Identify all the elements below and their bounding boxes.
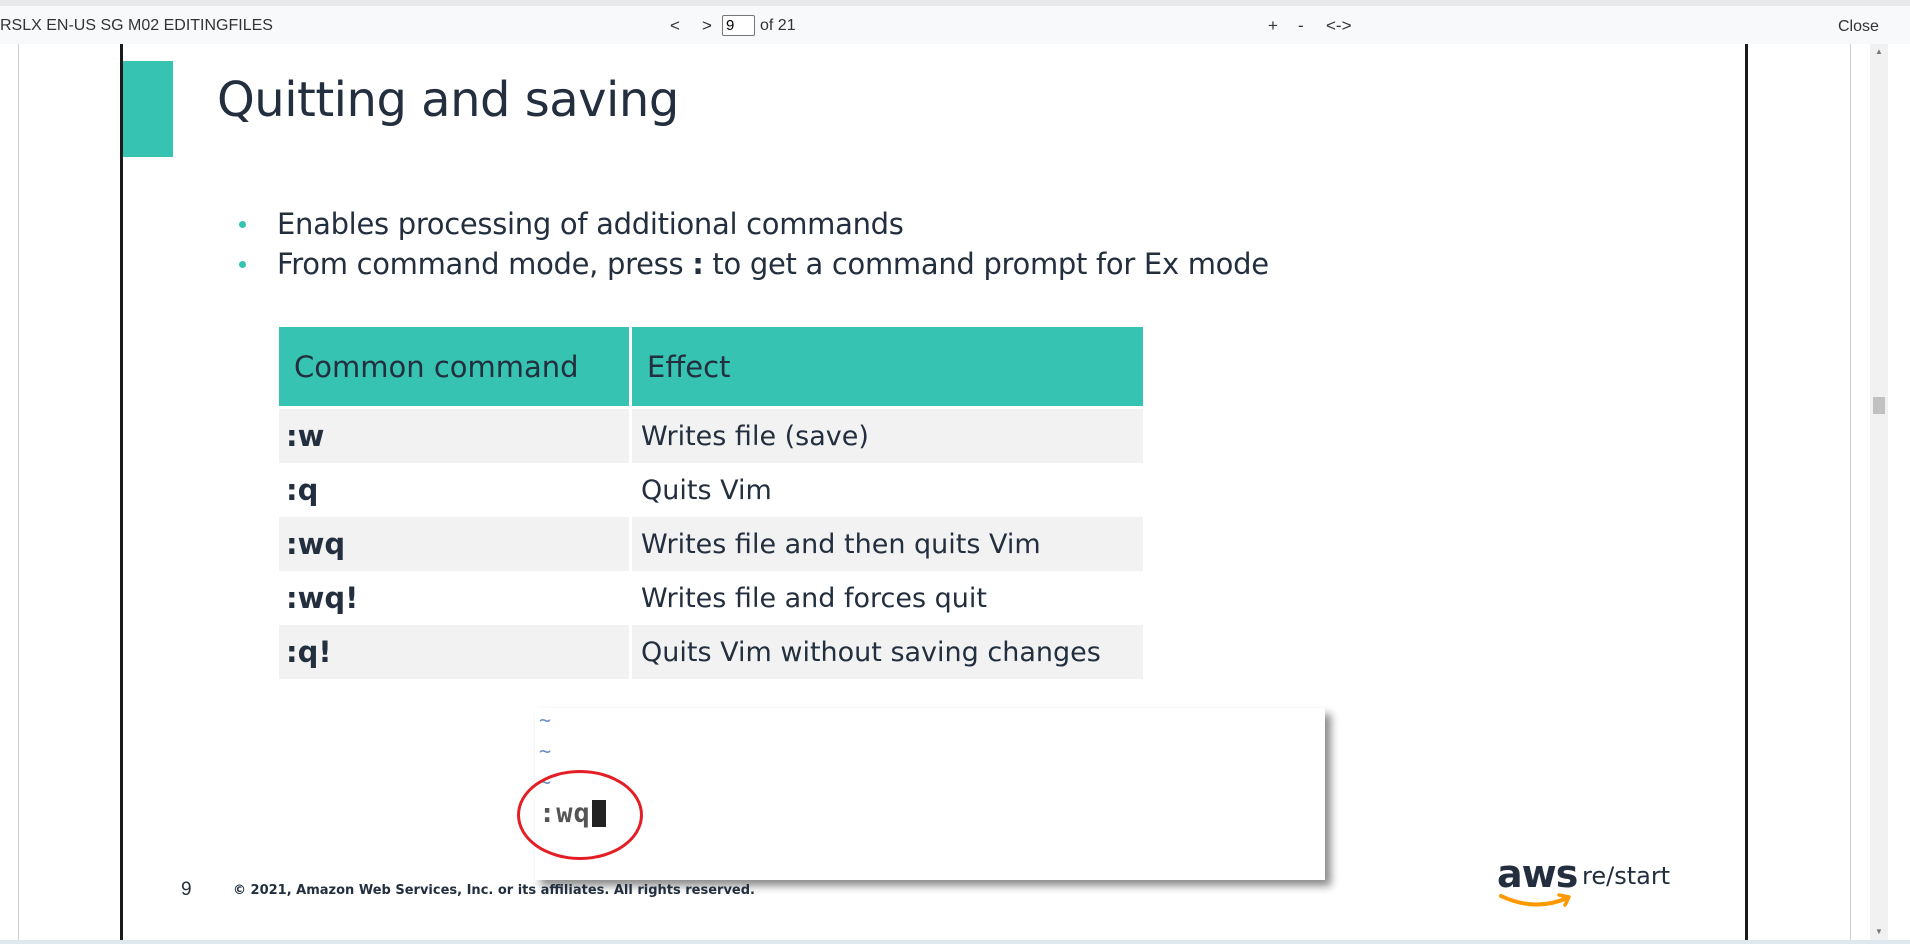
viewer-toolbar: RSLX EN-US SG M02 EDITINGFILES < > of 21…: [0, 0, 1910, 44]
table-row: :wq! Writes file and forces quit: [279, 571, 1143, 625]
vim-screenshot: [535, 708, 1325, 880]
bullet-text: From command mode, press: [277, 247, 693, 281]
bullet-item: From command mode, press : to get a comm…: [233, 244, 1269, 284]
document-title: RSLX EN-US SG M02 EDITINGFILES: [0, 17, 273, 34]
page-number-input[interactable]: [722, 15, 755, 36]
effect-cell: Writes file and then quits Vim: [632, 517, 1143, 571]
effect-cell: Quits Vim without saving changes: [632, 625, 1143, 679]
viewport-left-border: [18, 44, 19, 940]
slide-title: Quitting and saving: [217, 72, 679, 128]
column-header-effect: Effect: [632, 327, 1143, 409]
viewport-right-border: [1850, 44, 1851, 940]
aws-logo-text: aws: [1497, 852, 1578, 896]
table-row: :wq Writes file and then quits Vim: [279, 517, 1143, 571]
scroll-down-arrow-icon[interactable]: ▼: [1870, 924, 1888, 940]
commands-table: Common command Effect :w Writes file (sa…: [279, 327, 1143, 679]
fit-width-button[interactable]: <->: [1326, 16, 1352, 36]
effect-cell: Writes file (save): [632, 409, 1143, 463]
page-count-label: of 21: [760, 17, 796, 34]
zoom-in-button[interactable]: +: [1268, 16, 1278, 36]
title-accent-bar: [123, 61, 173, 157]
aws-smile-icon: [1499, 893, 1571, 907]
zoom-out-button[interactable]: -: [1298, 16, 1304, 36]
table-header-row: Common command Effect: [279, 327, 1143, 409]
table-row: :w Writes file (save): [279, 409, 1143, 463]
column-header-command: Common command: [279, 327, 632, 409]
table-row: :q! Quits Vim without saving changes: [279, 625, 1143, 679]
command-cell: :q: [279, 463, 632, 517]
command-cell: :q!: [279, 625, 632, 679]
close-button[interactable]: Close: [1838, 18, 1879, 36]
vertical-scrollbar[interactable]: ▲ ▼: [1870, 44, 1888, 940]
command-cell: :wq!: [279, 571, 632, 625]
table-row: :q Quits Vim: [279, 463, 1143, 517]
copyright-notice: © 2021, Amazon Web Services, Inc. or its…: [233, 883, 755, 898]
scroll-up-arrow-icon[interactable]: ▲: [1870, 44, 1888, 60]
vim-empty-line-tilde: ~: [539, 708, 552, 732]
slide-page-number: 9: [181, 879, 192, 900]
slide: Quitting and saving Enables processing o…: [120, 44, 1748, 940]
bullet-item: Enables processing of additional command…: [233, 204, 1269, 244]
effect-cell: Writes file and forces quit: [641, 582, 987, 614]
bullet-text: Enables processing of additional command…: [277, 207, 904, 241]
bullet-list: Enables processing of additional command…: [233, 204, 1269, 284]
restart-logo-text: re/start: [1582, 862, 1671, 890]
command-cell: :w: [279, 409, 632, 463]
viewer-bottom-border: [0, 940, 1910, 944]
next-page-button[interactable]: >: [702, 16, 712, 36]
scrollbar-thumb[interactable]: [1873, 397, 1885, 414]
bullet-text: to get a command prompt for Ex mode: [703, 247, 1269, 281]
colon-key: :: [692, 247, 704, 281]
command-cell: :wq: [279, 517, 632, 571]
previous-page-button[interactable]: <: [670, 16, 680, 36]
highlight-circle: [517, 770, 643, 860]
effect-cell: Quits Vim: [641, 474, 772, 506]
document-viewport: Quitting and saving Enables processing o…: [0, 44, 1910, 940]
vim-empty-line-tilde: ~: [539, 739, 552, 763]
